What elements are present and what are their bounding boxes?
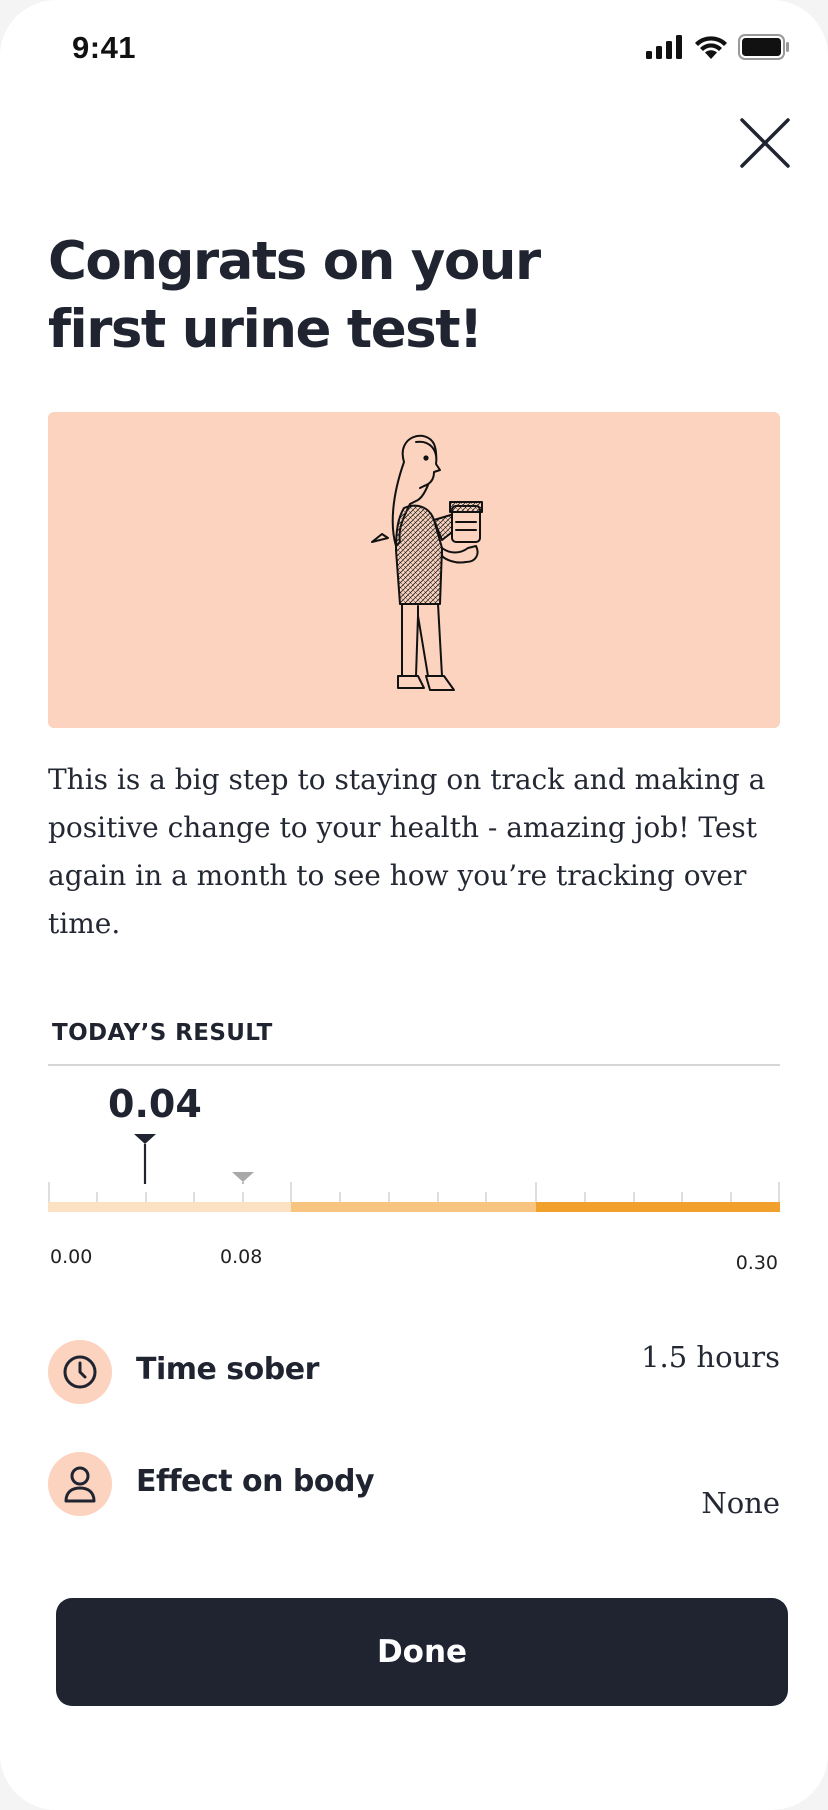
hero-illustration <box>48 412 780 728</box>
signal-icon <box>646 35 682 59</box>
battery-icon <box>738 34 789 60</box>
reference-marker <box>232 1172 254 1182</box>
close-button[interactable] <box>736 114 794 172</box>
scale-segment-low <box>48 1202 291 1212</box>
clock-icon <box>63 1355 97 1389</box>
description-text: This is a big step to staying on track a… <box>48 763 766 940</box>
person-holding-sample-cup-illustration <box>371 434 483 691</box>
stat-value: 1.5 hours <box>641 1340 780 1374</box>
result-value: 0.04 <box>108 1082 202 1126</box>
clock-icon-badge <box>48 1340 112 1404</box>
result-marker <box>134 1134 156 1144</box>
scale-min-label: 0.00 <box>50 1246 93 1268</box>
result-scale: 0.00 0.08 0.30 <box>48 1124 780 1274</box>
scale-ticks <box>48 1182 780 1202</box>
scale-bar <box>48 1182 780 1212</box>
divider <box>48 1064 780 1066</box>
person-icon <box>64 1466 96 1503</box>
status-time: 9:41 <box>72 30 137 65</box>
page-title: Congrats on your first urine test! <box>48 228 748 364</box>
close-icon <box>740 118 790 168</box>
scale-max-label: 0.30 <box>735 1252 778 1274</box>
scale-segment-mid <box>291 1202 536 1212</box>
stat-row-time-sober: Time sober 1.5 hours <box>48 1340 780 1404</box>
stat-value: None <box>701 1486 780 1520</box>
person-icon-badge <box>48 1452 112 1516</box>
result-scale-graphic <box>134 1134 254 1202</box>
status-icons <box>646 34 790 60</box>
stat-row-effect-on-body: Effect on body None <box>48 1452 780 1520</box>
title-line-2: first urine test! <box>48 299 483 360</box>
screen: 9:41 Congrats on your first urine test! <box>0 0 828 1810</box>
scale-segment-high <box>536 1202 780 1212</box>
stat-label: Time sober <box>136 1352 319 1387</box>
stat-label: Effect on body <box>136 1464 375 1499</box>
done-button[interactable]: Done <box>56 1598 788 1706</box>
wifi-icon <box>695 36 727 59</box>
title-line-1: Congrats on your <box>48 231 541 292</box>
section-label: TODAY’S RESULT <box>52 1020 273 1046</box>
scale-reference-label: 0.08 <box>220 1246 263 1268</box>
